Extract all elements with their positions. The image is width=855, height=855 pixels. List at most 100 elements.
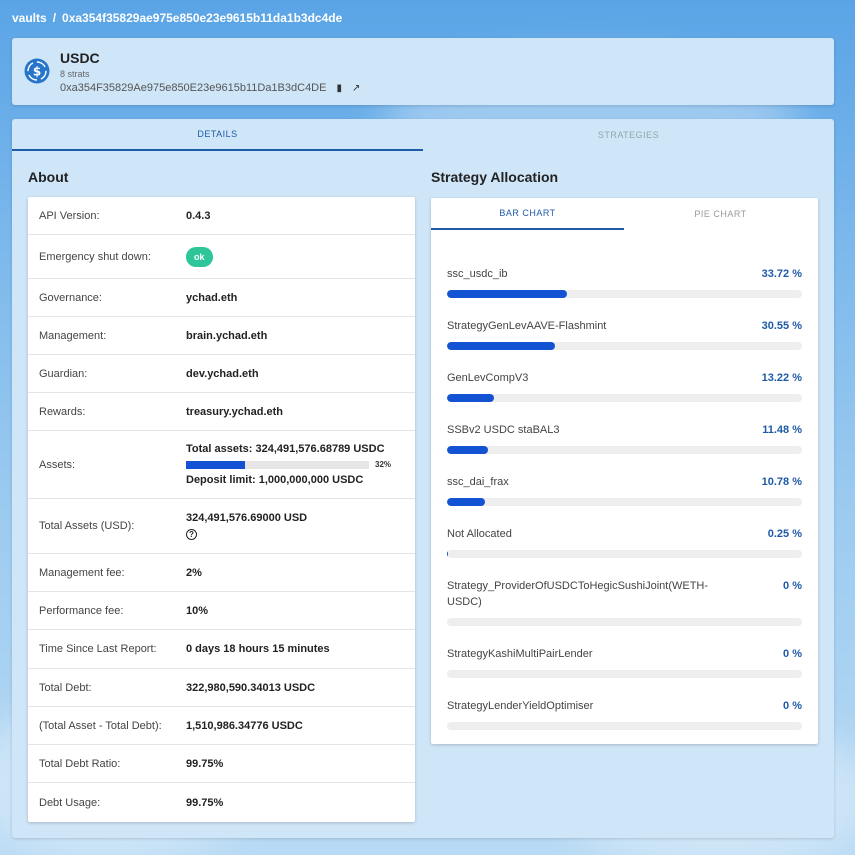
strategy-item: Not Allocated 0.25 % [447, 526, 802, 558]
external-link-icon[interactable]: ↗ [352, 83, 360, 94]
governance-value[interactable]: ychad.eth [186, 292, 415, 304]
rewards-value[interactable]: treasury.ychad.eth [186, 406, 415, 418]
row-label: Total Assets (USD): [39, 520, 135, 532]
deposit-limit-text: Deposit limit: 1,000,000,000 USDC [186, 474, 364, 486]
strategy-name: StrategyLenderYieldOptimiser [447, 700, 594, 712]
table-row: Guardian: dev.ychad.eth [28, 355, 415, 393]
vault-strats-count: 8 strats [60, 69, 90, 79]
row-label: Total Debt: [39, 681, 92, 694]
tab-strategies[interactable]: STRATEGIES [423, 119, 834, 151]
guardian-value[interactable]: dev.ychad.eth [186, 368, 415, 380]
management-fee-value: 2% [186, 566, 202, 579]
strategy-name: SSBv2 USDC staBAL3 [447, 424, 560, 436]
emergency-value: ok [186, 246, 415, 267]
strategy-percent: 0 % [783, 580, 802, 592]
assets-progress-track [186, 460, 369, 469]
about-table: API Version: 0.4.3 Emergency shut down: … [28, 197, 415, 822]
asset-minus-debt-value: 1,510,986.34776 USDC [186, 719, 303, 732]
strategy-bar-track [447, 342, 802, 350]
strategy-percent: 10.78 % [761, 476, 802, 488]
assets-progress-fill [186, 460, 245, 469]
debt-ratio-value: 99.75% [186, 757, 224, 770]
tab-pie-chart[interactable]: PIE CHART [624, 198, 817, 230]
strategy-bar-track [447, 618, 802, 626]
row-label: Performance fee: [39, 604, 124, 617]
strategy-bar-fill [447, 550, 448, 558]
performance-fee-value: 10% [186, 604, 209, 617]
help-icon[interactable]: ? [186, 529, 197, 540]
strategy-name: ssc_dai_frax [447, 476, 509, 488]
strategy-name: StrategyGenLevAAVE-Flashmint [447, 320, 607, 332]
strategy-bar-fill [447, 342, 556, 350]
total-usd-value: 324,491,576.69000 USD ? [186, 512, 415, 540]
breadcrumb: vaults / 0xa354f35829ae975e850e23e9615b1… [12, 11, 342, 25]
vault-address: 0xa354F35829Ae975e850E23e9615b11Da1B3dC4… [60, 82, 327, 94]
table-row: API Version: 0.4.3 [28, 197, 415, 235]
strategy-item: ssc_usdc_ib 33.72 % [447, 266, 802, 298]
vault-name: USDC [60, 50, 100, 66]
strategy-bar-track [447, 394, 802, 402]
allocation-title: Strategy Allocation [431, 169, 559, 185]
strategy-header: Strategy_ProviderOfUSDCToHegicSushiJoint… [447, 578, 802, 610]
strategy-percent: 13.22 % [761, 372, 802, 384]
strategy-bar-fill [447, 498, 486, 506]
strategy-name: GenLevCompV3 [447, 372, 529, 384]
strategy-item: StrategyGenLevAAVE-Flashmint 30.55 % [447, 318, 802, 350]
strategy-bar-fill [447, 290, 567, 298]
breadcrumb-separator: / [52, 11, 57, 25]
table-row: Emergency shut down: ok [28, 235, 415, 279]
allocation-card: BAR CHART PIE CHART ssc_usdc_ib 33.72 % St… [431, 198, 818, 744]
row-label: Total Debt Ratio: [39, 757, 121, 770]
table-row: Management: brain.ychad.eth [28, 317, 415, 355]
total-debt-value: 322,980,590.34013 USDC [186, 681, 316, 694]
strategy-percent: 33.72 % [761, 268, 802, 280]
strategy-header: StrategyGenLevAAVE-Flashmint 30.55 % [447, 318, 802, 334]
strategy-percent: 0.25 % [767, 528, 802, 540]
table-row: Debt Usage: 99.75% [28, 783, 415, 822]
breadcrumb-vaults-link[interactable]: vaults [12, 11, 47, 25]
assets-progress: 32% [186, 460, 415, 469]
copy-icon[interactable]: ▮ [336, 83, 342, 94]
table-row: Management fee: 2% [28, 554, 415, 592]
debt-usage-value: 99.75% [186, 796, 224, 809]
strategy-bar-track [447, 670, 802, 678]
row-label: Guardian: [39, 367, 88, 380]
vault-address-row: 0xa354F35829Ae975e850E23e9615b11Da1B3dC4… [60, 82, 360, 94]
strategy-item: SSBv2 USDC staBAL3 11.48 % [447, 422, 802, 454]
about-title: About [28, 169, 69, 185]
strategy-header: StrategyKashiMultiPairLender 0 % [447, 646, 802, 662]
table-row: Time Since Last Report: 0 days 18 hours … [28, 630, 415, 669]
row-label: Assets: [39, 458, 76, 471]
table-row: Performance fee: 10% [28, 592, 415, 630]
total-usd-text: 324,491,576.69000 USD [186, 512, 308, 524]
strategy-percent: 0 % [783, 648, 802, 660]
table-row: Total Debt Ratio: 99.75% [28, 745, 415, 783]
table-row: Rewards: treasury.ychad.eth [28, 393, 415, 431]
strategy-item: Strategy_ProviderOfUSDCToHegicSushiJoint… [447, 578, 802, 626]
strategy-header: ssc_usdc_ib 33.72 % [447, 266, 802, 282]
status-badge: ok [186, 246, 213, 267]
strategy-item: GenLevCompV3 13.22 % [447, 370, 802, 402]
api-version-value: 0.4.3 [186, 209, 211, 222]
table-row: Assets: Total assets: 324,491,576.68789 … [28, 431, 415, 499]
table-row: Total Assets (USD): 324,491,576.69000 US… [28, 499, 415, 554]
tab-bar-chart[interactable]: BAR CHART [431, 198, 624, 230]
row-label: Emergency shut down: [39, 250, 151, 263]
assets-percent: 32% [375, 460, 392, 469]
management-value[interactable]: brain.ychad.eth [186, 330, 415, 342]
row-label: Rewards: [39, 405, 86, 418]
table-row: Total Debt: 322,980,590.34013 USDC [28, 669, 415, 707]
tab-details[interactable]: DETAILS [12, 119, 423, 151]
strategy-bar-track [447, 550, 802, 558]
row-label: Management fee: [39, 566, 125, 579]
strategy-item: StrategyKashiMultiPairLender 0 % [447, 646, 802, 678]
strategy-name: Strategy_ProviderOfUSDCToHegicSushiJoint… [447, 580, 709, 608]
strategy-percent: 11.48 % [762, 424, 802, 436]
strategy-percent: 0 % [783, 700, 802, 712]
total-assets-text: Total assets: 324,491,576.68789 USDC [186, 443, 385, 455]
row-label: Time Since Last Report: [39, 643, 157, 655]
last-report-value: 0 days 18 hours 15 minutes [186, 643, 330, 655]
row-label: API Version: [39, 209, 100, 222]
row-label: Debt Usage: [39, 796, 101, 809]
vault-header-card: $ USDC 8 strats 0xa354F35829Ae975e850E23… [12, 38, 834, 105]
